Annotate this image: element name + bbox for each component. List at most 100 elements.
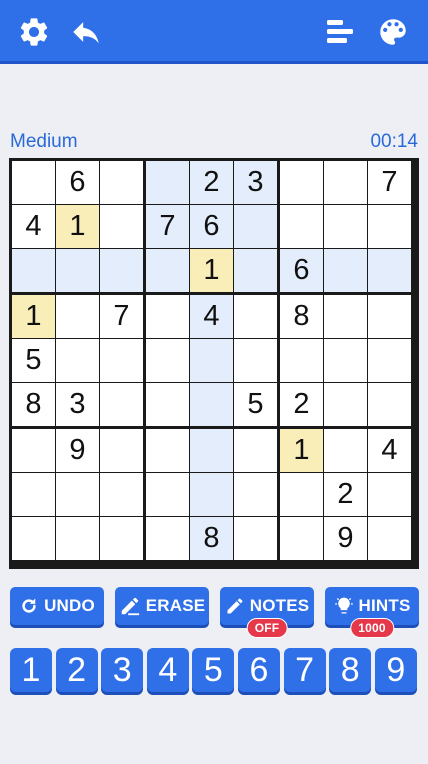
board-cell[interactable] bbox=[56, 473, 99, 516]
bars-icon[interactable] bbox=[320, 12, 360, 52]
board-cell[interactable] bbox=[324, 295, 367, 338]
notes-button[interactable]: NOTES OFF bbox=[220, 587, 314, 638]
number-button-7[interactable]: 7 bbox=[283, 648, 326, 692]
board-cell[interactable] bbox=[56, 249, 99, 292]
number-button-5[interactable]: 5 bbox=[192, 648, 235, 692]
board-cell[interactable] bbox=[12, 473, 55, 516]
board-cell[interactable] bbox=[12, 161, 55, 204]
board-cell[interactable] bbox=[100, 383, 143, 426]
board-cell[interactable] bbox=[100, 161, 143, 204]
hints-button[interactable]: HINTS 1000 bbox=[325, 587, 419, 638]
board-cell[interactable]: 1 bbox=[56, 205, 99, 248]
board-cell[interactable] bbox=[100, 249, 143, 292]
board-cell[interactable]: 7 bbox=[368, 161, 411, 204]
board-cell[interactable] bbox=[368, 473, 411, 516]
board-cell[interactable] bbox=[190, 383, 233, 426]
board-cell[interactable] bbox=[324, 429, 367, 472]
board-cell[interactable]: 5 bbox=[12, 339, 55, 382]
board-cell[interactable] bbox=[12, 429, 55, 472]
board-cell[interactable] bbox=[234, 295, 277, 338]
palette-icon[interactable] bbox=[373, 12, 413, 52]
board-cell[interactable] bbox=[56, 339, 99, 382]
board-cell[interactable] bbox=[368, 339, 411, 382]
board-cell[interactable] bbox=[324, 249, 367, 292]
erase-label: ERASE bbox=[145, 596, 206, 615]
board-cell[interactable] bbox=[56, 517, 99, 560]
board-cell[interactable] bbox=[234, 205, 277, 248]
board-cell[interactable] bbox=[100, 517, 143, 560]
board-cell[interactable] bbox=[146, 473, 189, 516]
board-cell[interactable] bbox=[146, 429, 189, 472]
board-cell[interactable] bbox=[324, 339, 367, 382]
board-cell[interactable] bbox=[324, 205, 367, 248]
board-cell[interactable]: 5 bbox=[234, 383, 277, 426]
number-button-3[interactable]: 3 bbox=[101, 648, 144, 692]
board-cell[interactable] bbox=[146, 249, 189, 292]
board-cell[interactable]: 8 bbox=[280, 295, 323, 338]
number-button-2[interactable]: 2 bbox=[55, 648, 98, 692]
number-button-8[interactable]: 8 bbox=[329, 648, 372, 692]
number-button-1[interactable]: 1 bbox=[10, 648, 52, 692]
board-cell[interactable]: 1 bbox=[190, 249, 233, 292]
board-cell[interactable]: 6 bbox=[190, 205, 233, 248]
undo-button[interactable]: UNDO bbox=[10, 587, 104, 625]
board-cell[interactable]: 1 bbox=[280, 429, 323, 472]
board-cell[interactable] bbox=[280, 161, 323, 204]
board-cell[interactable]: 8 bbox=[190, 517, 233, 560]
board-cell[interactable]: 1 bbox=[12, 295, 55, 338]
board-cell[interactable]: 9 bbox=[56, 429, 99, 472]
board-cell[interactable] bbox=[280, 517, 323, 560]
board-cell[interactable] bbox=[146, 339, 189, 382]
board-cell[interactable]: 4 bbox=[368, 429, 411, 472]
board-cell[interactable]: 2 bbox=[280, 383, 323, 426]
board-cell[interactable] bbox=[368, 249, 411, 292]
board-cell[interactable]: 9 bbox=[324, 517, 367, 560]
board-cell[interactable]: 4 bbox=[12, 205, 55, 248]
board-cell[interactable] bbox=[368, 205, 411, 248]
board-cell[interactable]: 4 bbox=[190, 295, 233, 338]
board-cell[interactable]: 2 bbox=[190, 161, 233, 204]
board-cell[interactable] bbox=[368, 295, 411, 338]
board-cell[interactable] bbox=[100, 205, 143, 248]
board-cell[interactable]: 6 bbox=[56, 161, 99, 204]
board-cell[interactable]: 8 bbox=[12, 383, 55, 426]
board-cell[interactable] bbox=[190, 429, 233, 472]
reply-arrow-icon[interactable] bbox=[66, 12, 106, 52]
board-cell[interactable] bbox=[146, 295, 189, 338]
board-cell[interactable]: 3 bbox=[234, 161, 277, 204]
board-cell[interactable] bbox=[146, 161, 189, 204]
board-cell[interactable] bbox=[368, 517, 411, 560]
board-cell[interactable] bbox=[56, 295, 99, 338]
board-cell[interactable] bbox=[146, 383, 189, 426]
board-cell[interactable]: 7 bbox=[100, 295, 143, 338]
number-button-6[interactable]: 6 bbox=[238, 648, 280, 692]
board-cell[interactable] bbox=[234, 249, 277, 292]
board-cell[interactable]: 3 bbox=[56, 383, 99, 426]
erase-button[interactable]: ERASE bbox=[115, 587, 209, 625]
undo-icon bbox=[22, 598, 36, 613]
board-cell[interactable]: 6 bbox=[280, 249, 323, 292]
board-cell[interactable] bbox=[324, 161, 367, 204]
board-cell[interactable] bbox=[234, 339, 277, 382]
board-cell[interactable]: 2 bbox=[324, 473, 367, 516]
board-cell[interactable] bbox=[234, 517, 277, 560]
board-cell[interactable] bbox=[190, 339, 233, 382]
board-cell[interactable] bbox=[146, 517, 189, 560]
board-cell[interactable] bbox=[100, 473, 143, 516]
board-cell[interactable] bbox=[12, 517, 55, 560]
board-cell[interactable] bbox=[100, 429, 143, 472]
number-button-4[interactable]: 4 bbox=[146, 648, 189, 692]
board-cell[interactable]: 7 bbox=[146, 205, 189, 248]
board-cell[interactable] bbox=[280, 339, 323, 382]
board-cell[interactable] bbox=[12, 249, 55, 292]
board-cell[interactable] bbox=[324, 383, 367, 426]
board-cell[interactable] bbox=[234, 429, 277, 472]
board-cell[interactable] bbox=[190, 473, 233, 516]
board-cell[interactable] bbox=[100, 339, 143, 382]
board-cell[interactable] bbox=[280, 473, 323, 516]
number-button-9[interactable]: 9 bbox=[374, 648, 417, 692]
board-cell[interactable] bbox=[280, 205, 323, 248]
board-cell[interactable] bbox=[234, 473, 277, 516]
gear-icon[interactable] bbox=[14, 12, 54, 52]
board-cell[interactable] bbox=[368, 383, 411, 426]
